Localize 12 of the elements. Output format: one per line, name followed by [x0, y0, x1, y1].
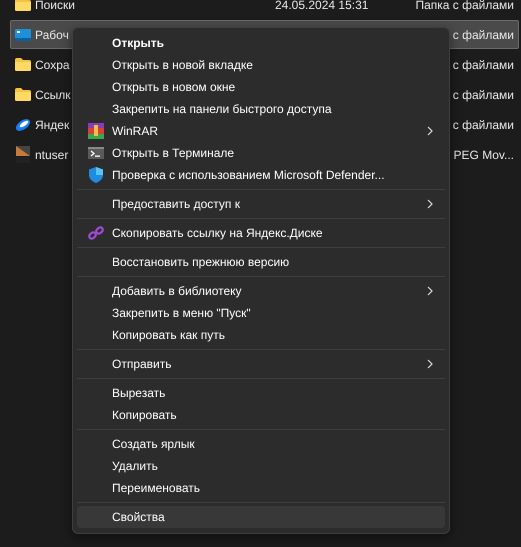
file-name: Ссылк — [35, 88, 71, 102]
file-type: PEG Mov... — [454, 148, 515, 162]
file-date: 24.05.2024 15:31 — [275, 0, 368, 12]
file-type: с файлами — [452, 58, 515, 72]
file-name: Рабоч — [35, 28, 69, 42]
file-name: ntuser — [35, 148, 68, 162]
file-name: Поиски — [35, 0, 75, 12]
file-name: Сохра — [35, 58, 70, 72]
file-type: с файлами — [452, 28, 515, 42]
file-type: с файлами — [452, 88, 515, 102]
file-name: Яндек — [35, 118, 70, 132]
file-type: с файлами — [452, 118, 515, 132]
